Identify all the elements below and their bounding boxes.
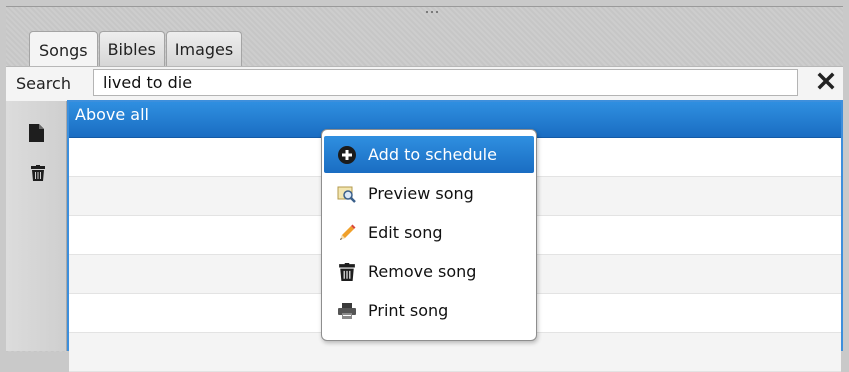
close-icon <box>817 72 835 94</box>
search-bar: Search <box>6 66 843 102</box>
printer-icon <box>336 300 358 322</box>
menu-item-label: Remove song <box>368 262 477 281</box>
song-toolbar <box>6 101 67 351</box>
context-menu: Add to schedule Preview song Edit song R… <box>321 129 537 341</box>
menu-item-label: Print song <box>368 301 449 320</box>
tab-songs[interactable]: Songs <box>29 31 98 68</box>
menu-item-remove-song[interactable]: Remove song <box>324 253 534 290</box>
search-input[interactable] <box>93 69 798 96</box>
menu-item-label: Edit song <box>368 223 443 242</box>
preview-icon <box>336 183 358 205</box>
menu-item-add-to-schedule[interactable]: Add to schedule <box>324 136 534 173</box>
clear-search-button[interactable] <box>812 69 840 97</box>
pencil-icon <box>336 222 358 244</box>
new-document-icon[interactable] <box>29 124 44 146</box>
tab-bibles[interactable]: Bibles <box>98 31 165 66</box>
add-circle-icon <box>336 144 358 166</box>
resize-grip[interactable] <box>426 11 442 15</box>
search-label: Search <box>16 74 71 93</box>
library-tabs: Songs Bibles Images <box>29 31 243 68</box>
menu-item-edit-song[interactable]: Edit song <box>324 214 534 251</box>
menu-item-print-song[interactable]: Print song <box>324 292 534 329</box>
menu-item-label: Add to schedule <box>368 145 497 164</box>
menu-item-label: Preview song <box>368 184 474 203</box>
menu-item-preview-song[interactable]: Preview song <box>324 175 534 212</box>
trash-icon <box>336 261 358 283</box>
trash-icon[interactable] <box>31 165 45 185</box>
tab-images[interactable]: Images <box>165 31 243 66</box>
